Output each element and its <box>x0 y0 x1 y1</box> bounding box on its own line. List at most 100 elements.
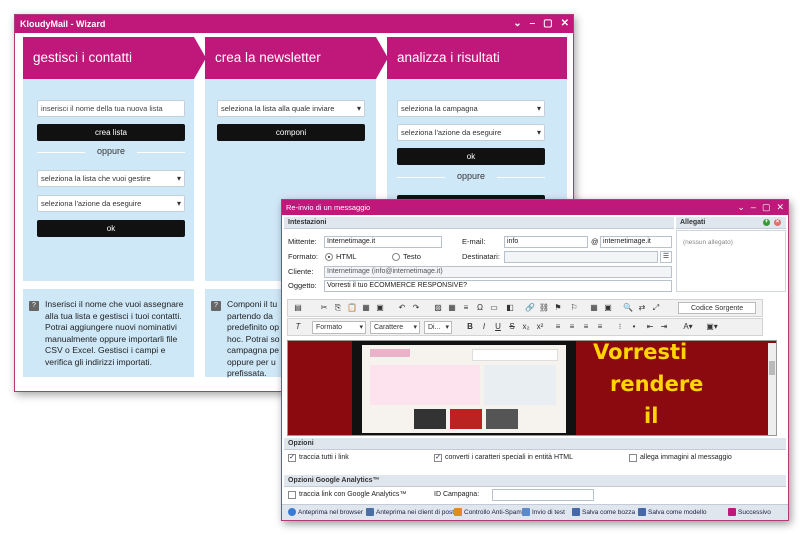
format-select[interactable]: Formato <box>312 321 366 334</box>
size-select[interactable]: Di... <box>424 321 452 334</box>
editor-scrollbar[interactable] <box>768 343 776 435</box>
align-left-icon[interactable]: ≡ <box>552 321 564 333</box>
create-list-button[interactable]: crea lista <box>37 124 185 141</box>
select-action-dropdown[interactable]: seleziona l'azione da eseguire <box>37 195 185 212</box>
next-button[interactable]: Successivo <box>728 508 771 517</box>
font-select[interactable]: Carattere <box>370 321 420 334</box>
close-icon[interactable]: ✕ <box>776 200 784 215</box>
select-campaign-dropdown[interactable]: seleziona la campagna <box>397 100 545 117</box>
minimize-icon[interactable]: – <box>530 15 536 33</box>
remove-attachment-icon[interactable]: × <box>774 219 781 226</box>
grid-icon[interactable]: ▦ <box>588 302 600 314</box>
text-color-icon[interactable]: A▾ <box>678 321 698 333</box>
help-text: Componi il tu partendo da predefinito op… <box>227 299 280 378</box>
cut-icon[interactable]: ✂ <box>318 302 330 314</box>
paste-word-icon[interactable]: ▣ <box>374 302 386 314</box>
preview-headline-2: rendere <box>610 372 704 396</box>
indent-icon[interactable]: ⇥ <box>658 321 670 333</box>
select-result-action-dropdown[interactable]: seleziona l'azione da eseguire <box>397 124 545 141</box>
save-template-label: Salva come modello <box>648 509 707 516</box>
preview-website-image <box>362 345 566 433</box>
copy-icon[interactable]: ⎘ <box>332 302 344 314</box>
attachments-list[interactable]: (nessun allegato) <box>676 230 786 292</box>
source-code-button[interactable]: Codice Sorgente <box>678 302 756 314</box>
maximize-icon[interactable]: ▢ <box>543 15 552 33</box>
compose-button[interactable]: componi <box>217 124 365 141</box>
anchor-icon[interactable]: ⚑ <box>552 302 564 314</box>
block-icon[interactable]: ▣ <box>602 302 614 314</box>
convert-chars-checkbox[interactable]: ✓ <box>434 454 442 462</box>
new-list-input[interactable]: inserisci il nome della tua nuova lista <box>37 100 185 117</box>
preview-browser-button[interactable]: Anteprima nel browser <box>288 508 363 517</box>
find-icon[interactable]: 🔍 <box>622 302 634 314</box>
email-user-input[interactable]: info <box>504 236 588 248</box>
client-input[interactable]: Internetimage (info@internetimage.it) <box>324 266 672 278</box>
clear-format-icon[interactable]: T <box>292 321 304 333</box>
minimize-icon[interactable]: – <box>751 200 756 215</box>
fullscreen-icon[interactable]: ⤢ <box>650 302 662 314</box>
redo-icon[interactable]: ↷ <box>410 302 422 314</box>
bold-icon[interactable]: B <box>464 321 476 333</box>
save-draft-button[interactable]: Salva come bozza <box>572 508 635 517</box>
flag-icon[interactable]: ⚐ <box>568 302 580 314</box>
campaign-id-label: ID Campagna: <box>434 491 480 498</box>
dropdown-icon[interactable]: ⌄ <box>513 15 521 33</box>
italic-icon[interactable]: I <box>478 321 490 333</box>
options-section-title: Opzioni <box>284 438 786 450</box>
select-list-dropdown[interactable]: seleziona la lista che vuoi gestire <box>37 170 185 187</box>
campaign-id-input[interactable] <box>492 489 594 501</box>
format-html-radio[interactable] <box>325 253 333 261</box>
add-attachment-icon[interactable]: + <box>763 219 770 226</box>
convert-chars-label: converti i caratteri speciali in entità … <box>445 454 573 461</box>
ga-track-checkbox[interactable] <box>288 491 296 499</box>
close-icon[interactable]: ✕ <box>561 15 569 33</box>
undo-icon[interactable]: ↶ <box>396 302 408 314</box>
paste-text-icon[interactable]: ▦ <box>360 302 372 314</box>
preview-clients-button[interactable]: Anteprima nei client di posta <box>366 508 458 517</box>
globe-icon <box>288 508 296 517</box>
underline-icon[interactable]: U <box>492 321 504 333</box>
recipients-list-icon[interactable]: ☰ <box>660 251 672 263</box>
subject-label: Oggetto: <box>288 281 317 290</box>
track-links-label: traccia tutti i link <box>299 454 349 461</box>
recipients-input[interactable] <box>504 251 658 263</box>
link-icon[interactable]: 🔗 <box>524 302 536 314</box>
save-template-button[interactable]: Salva come modello <box>638 508 707 517</box>
dropdown-icon[interactable]: ⌄ <box>737 200 745 215</box>
scrollbar-thumb[interactable] <box>769 361 775 375</box>
format-text-radio[interactable] <box>392 253 400 261</box>
align-justify-icon[interactable]: ≡ <box>594 321 606 333</box>
superscript-icon[interactable]: x² <box>534 321 546 333</box>
media-icon[interactable]: ◧ <box>504 302 516 314</box>
horizontal-line-icon[interactable]: ≡ <box>460 302 472 314</box>
attach-images-checkbox[interactable] <box>629 454 637 462</box>
subject-input[interactable]: Vorresti il tuo ECOMMERCE RESPONSIVE? <box>324 280 672 292</box>
bullet-list-icon[interactable]: • <box>628 321 640 333</box>
image-icon[interactable]: ▨ <box>432 302 444 314</box>
sender-input[interactable]: Internetimage.it <box>324 236 442 248</box>
page-break-icon[interactable]: ▭ <box>488 302 500 314</box>
align-center-icon[interactable]: ≡ <box>566 321 578 333</box>
align-right-icon[interactable]: ≡ <box>580 321 592 333</box>
strikethrough-icon[interactable]: S <box>506 321 518 333</box>
numbered-list-icon[interactable]: ⁝ <box>614 321 626 333</box>
test-send-button[interactable]: Invio di test <box>522 508 565 517</box>
editor-content[interactable]: Vorresti rendere il <box>287 340 777 436</box>
ok-button[interactable]: ok <box>37 220 185 237</box>
table-icon[interactable]: ▦ <box>446 302 458 314</box>
bg-color-icon[interactable]: ▣▾ <box>702 321 722 333</box>
replace-icon[interactable]: ⇄ <box>636 302 648 314</box>
paste-icon[interactable]: 📋 <box>346 302 358 314</box>
special-char-icon[interactable]: Ω <box>474 302 486 314</box>
email-domain-select[interactable]: internetimage.it <box>600 236 672 248</box>
templates-icon[interactable]: ▤ <box>292 302 304 314</box>
antispam-button[interactable]: Controllo Anti-Spam <box>454 508 522 517</box>
maximize-icon[interactable]: ▢ <box>762 200 771 215</box>
select-send-list-dropdown[interactable]: seleziona la lista alla quale inviare <box>217 100 365 117</box>
subscript-icon[interactable]: x₂ <box>520 321 532 333</box>
outdent-icon[interactable]: ⇤ <box>644 321 656 333</box>
track-links-checkbox[interactable]: ✓ <box>288 454 296 462</box>
ok-button[interactable]: ok <box>397 148 545 165</box>
monitor-icon <box>366 508 374 517</box>
unlink-icon[interactable]: ⛓ <box>538 302 550 314</box>
